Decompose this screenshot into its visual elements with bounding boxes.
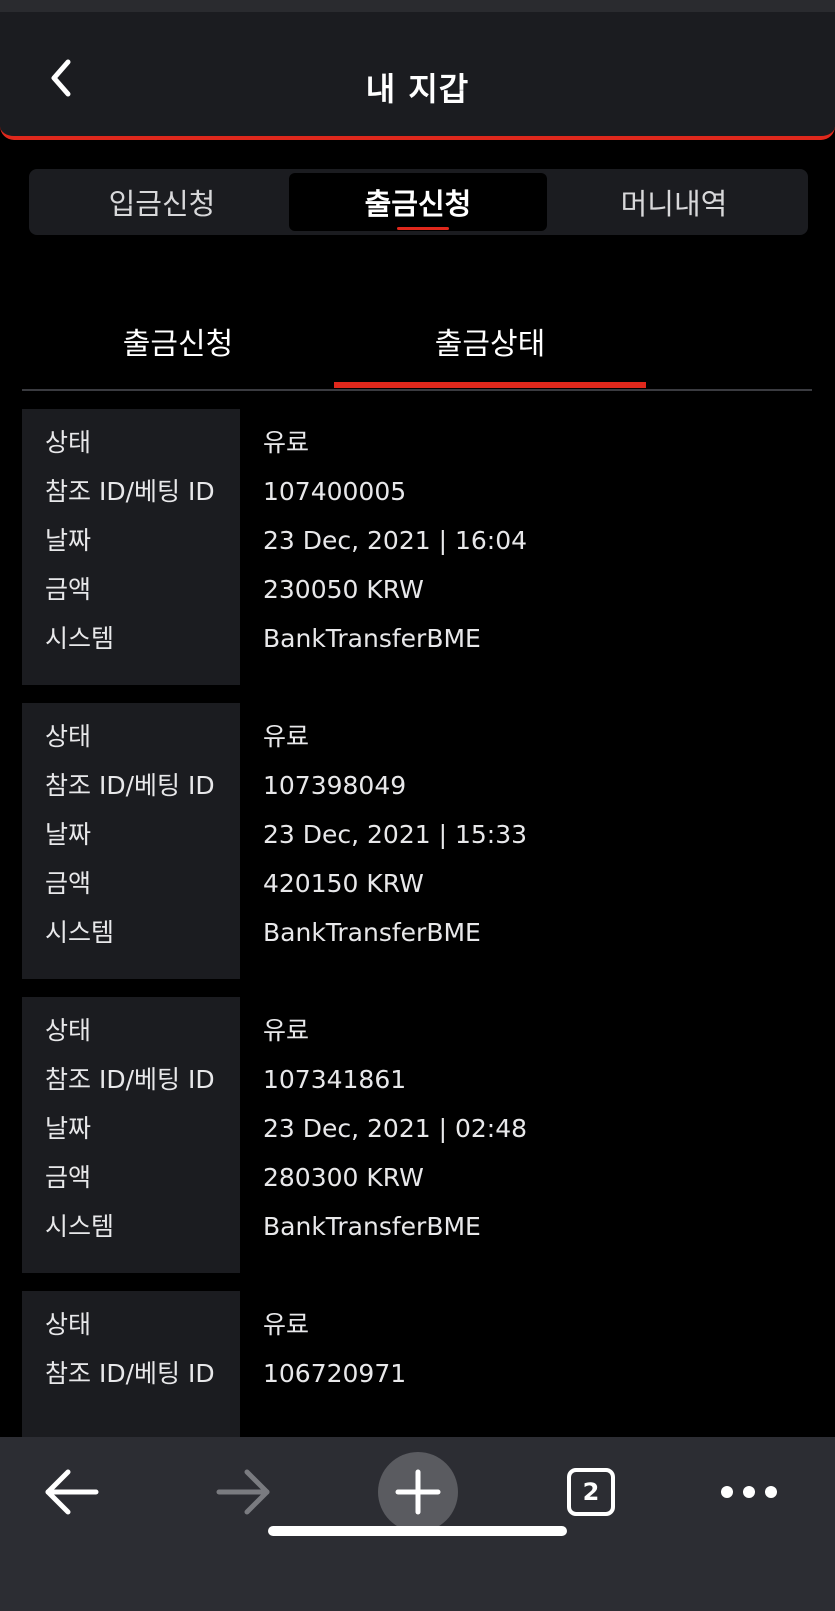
more-icon bbox=[721, 1486, 777, 1498]
new-tab-button[interactable] bbox=[373, 1447, 463, 1537]
segment-money-history[interactable]: 머니내역 bbox=[545, 173, 803, 231]
date-label: 날짜 bbox=[45, 1114, 92, 1143]
status-strip bbox=[0, 0, 835, 12]
amount-label: 금액 bbox=[45, 1163, 92, 1192]
ref-id-value: 107341861 bbox=[263, 1065, 407, 1094]
active-subtab-indicator bbox=[334, 382, 646, 388]
status-value: 유료 bbox=[263, 428, 310, 457]
page-title: 내 지갑 bbox=[365, 70, 470, 108]
ref-id-label: 참조 ID/베팅 ID bbox=[45, 1359, 215, 1388]
transaction-card: 상태 참조 ID/베팅 ID 날짜 금액 시스템 유료 107400005 23… bbox=[22, 409, 812, 685]
tabs-icon: 2 bbox=[567, 1468, 615, 1516]
status-label: 상태 bbox=[45, 428, 92, 457]
status-value: 유료 bbox=[263, 722, 310, 751]
system-value: BankTransferBME bbox=[263, 624, 481, 653]
active-segment-indicator bbox=[397, 227, 449, 230]
date-label: 날짜 bbox=[45, 820, 92, 849]
ref-id-label: 참조 ID/베팅 ID bbox=[45, 771, 215, 800]
ref-id-label: 참조 ID/베팅 ID bbox=[45, 1065, 215, 1094]
status-label: 상태 bbox=[45, 722, 92, 751]
arrow-left-icon bbox=[45, 1469, 99, 1515]
transaction-list: 상태 참조 ID/베팅 ID 날짜 금액 시스템 유료 107400005 23… bbox=[22, 409, 812, 1437]
ref-id-value: 107400005 bbox=[263, 477, 407, 506]
system-label: 시스템 bbox=[45, 624, 115, 653]
ref-id-value: 106720971 bbox=[263, 1359, 407, 1388]
system-value: BankTransferBME bbox=[263, 918, 481, 947]
transaction-card: 상태 참조 ID/베팅 ID 날짜 금액 시스템 유료 107398049 23… bbox=[22, 703, 812, 979]
app-header: 내 지갑 bbox=[0, 12, 835, 140]
segment-withdraw-label: 출금신청 bbox=[364, 187, 472, 221]
date-label: 날짜 bbox=[45, 526, 92, 555]
status-label: 상태 bbox=[45, 1016, 92, 1045]
browser-back-button[interactable] bbox=[27, 1447, 117, 1537]
new-tab-circle bbox=[378, 1452, 458, 1532]
segment-withdraw[interactable]: 출금신청 bbox=[289, 173, 547, 231]
system-label: 시스템 bbox=[45, 918, 115, 947]
tabs-button[interactable]: 2 bbox=[546, 1447, 636, 1537]
system-value: BankTransferBME bbox=[263, 1212, 481, 1241]
amount-value: 420150 KRW bbox=[263, 869, 424, 898]
subtab-withdraw-request[interactable]: 출금신청 bbox=[22, 296, 334, 386]
date-value: 23 Dec, 2021 | 16:04 bbox=[263, 526, 528, 555]
status-label: 상태 bbox=[45, 1310, 92, 1339]
subtab-withdraw-status[interactable]: 출금상태 bbox=[334, 296, 646, 386]
wallet-segment-control: 입금신청 출금신청 머니내역 bbox=[29, 169, 808, 235]
plus-icon bbox=[395, 1469, 441, 1515]
browser-forward-button[interactable] bbox=[198, 1447, 288, 1537]
withdraw-subtabs: 출금신청 출금상태 bbox=[22, 296, 812, 391]
ref-id-label: 참조 ID/베팅 ID bbox=[45, 477, 215, 506]
browser-toolbar: 2 bbox=[0, 1437, 835, 1611]
amount-label: 금액 bbox=[45, 575, 92, 604]
date-value: 23 Dec, 2021 | 02:48 bbox=[263, 1114, 528, 1143]
transaction-card: 상태 참조 ID/베팅 ID 유료 106720971 bbox=[22, 1291, 812, 1437]
more-button[interactable] bbox=[704, 1447, 794, 1537]
status-value: 유료 bbox=[263, 1310, 310, 1339]
home-indicator bbox=[268, 1526, 567, 1536]
amount-label: 금액 bbox=[45, 869, 92, 898]
segment-deposit[interactable]: 입금신청 bbox=[33, 173, 291, 231]
transaction-card: 상태 참조 ID/베팅 ID 날짜 금액 시스템 유료 107341861 23… bbox=[22, 997, 812, 1273]
status-value: 유료 bbox=[263, 1016, 310, 1045]
amount-value: 230050 KRW bbox=[263, 575, 424, 604]
arrow-right-icon bbox=[216, 1469, 270, 1515]
system-label: 시스템 bbox=[45, 1212, 115, 1241]
amount-value: 280300 KRW bbox=[263, 1163, 424, 1192]
date-value: 23 Dec, 2021 | 15:33 bbox=[263, 820, 528, 849]
ref-id-value: 107398049 bbox=[263, 771, 407, 800]
